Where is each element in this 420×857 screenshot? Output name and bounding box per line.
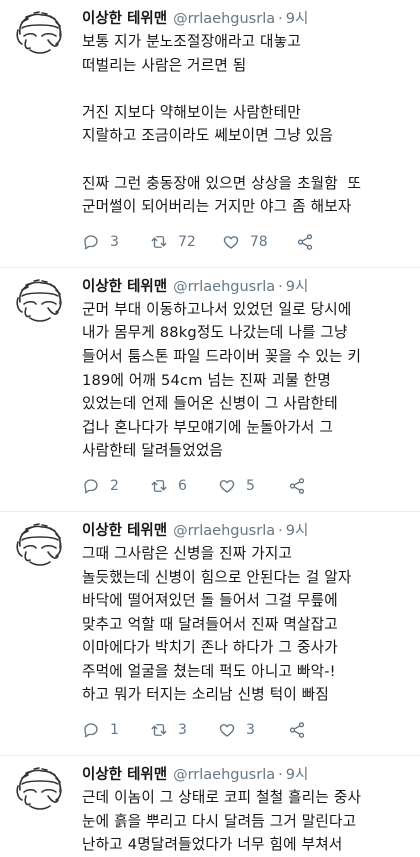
avatar-column bbox=[12, 762, 78, 857]
reply-count: 1 bbox=[110, 722, 119, 739]
timestamp[interactable]: 9시 bbox=[286, 279, 309, 295]
avatar-column bbox=[12, 6, 78, 267]
tweet-header: 이상한 테위맨 @rrlaehgusrla · 9시 bbox=[82, 276, 408, 298]
tweet-body: 이상한 테위맨 @rrlaehgusrla · 9시 그때 그사람은 신병을 진짜 가… bbox=[78, 518, 408, 755]
like-count: 78 bbox=[249, 233, 268, 250]
display-name[interactable]: 이상한 테위맨 bbox=[82, 11, 167, 27]
avatar-doodle-icon bbox=[16, 11, 62, 54]
display-name[interactable]: 이상한 테위맨 bbox=[82, 523, 167, 539]
avatar[interactable] bbox=[12, 274, 66, 328]
avatar[interactable] bbox=[12, 6, 66, 60]
share-icon bbox=[289, 722, 305, 738]
tweet-text: 보통 지가 분노조절장애라고 대놓고 떠벌리는 사람은 거르면 됨 거진 지보다… bbox=[82, 33, 362, 216]
retweet-count: 6 bbox=[178, 477, 187, 494]
display-name[interactable]: 이상한 테위맨 bbox=[82, 279, 167, 295]
retweet-button[interactable]: 3 bbox=[150, 721, 192, 739]
avatar-doodle-icon bbox=[16, 278, 62, 322]
tweet-body: 이상한 테위맨 @rrlaehgusrla · 9시 군머 부대 이동하고나서 있었던… bbox=[78, 274, 408, 511]
like-count: 5 bbox=[246, 477, 255, 494]
retweet-count: 3 bbox=[178, 722, 187, 739]
heart-icon bbox=[223, 235, 239, 249]
share-icon bbox=[289, 478, 305, 494]
display-name[interactable]: 이상한 테위맨 bbox=[82, 767, 167, 783]
reply-count: 3 bbox=[110, 233, 119, 250]
like-button[interactable]: 78 bbox=[222, 233, 268, 251]
like-count: 3 bbox=[246, 722, 255, 739]
timestamp[interactable]: 9시 bbox=[286, 767, 309, 783]
timestamp[interactable]: 9시 bbox=[286, 11, 309, 27]
action-bar: 1 3 3 bbox=[82, 715, 408, 745]
tweet-text: 그때 그사람은 신병을 진짜 가지고 놀듯했는데 신병이 힘으로 안된다는 걸 … bbox=[82, 544, 352, 704]
reply-icon bbox=[84, 723, 98, 738]
avatar-doodle-icon bbox=[16, 767, 62, 810]
tweet-header: 이상한 테위맨 @rrlaehgusrla · 9시 bbox=[82, 520, 408, 542]
tweet-header: 이상한 테위맨 @rrlaehgusrla · 9시 bbox=[82, 8, 408, 30]
retweet-count: 72 bbox=[178, 233, 196, 250]
timestamp[interactable]: 9시 bbox=[286, 523, 309, 539]
reply-button[interactable]: 3 bbox=[82, 233, 124, 251]
tweet-body: 이상한 테위맨 @rrlaehgusrla · 9시 보통 지가 분노조절장애라고 대… bbox=[78, 6, 408, 267]
user-handle[interactable]: @rrlaehgusrla bbox=[173, 279, 275, 295]
heart-icon bbox=[219, 724, 235, 737]
tweet[interactable]: 이상한 테위맨 @rrlaehgusrla · 9시 근데 이놈이 그 상태로 코피 … bbox=[0, 755, 420, 857]
reply-button[interactable]: 1 bbox=[82, 721, 124, 739]
timeline-feed: 이상한 테위맨 @rrlaehgusrla · 9시 보통 지가 분노조절장애라고 대… bbox=[0, 0, 420, 853]
tweet-text: 근데 이놈이 그 상태로 코피 철철 흘리는 중사 눈에 흙을 뿌리고 다시 달… bbox=[82, 789, 362, 854]
reply-icon bbox=[84, 235, 98, 250]
retweet-icon bbox=[151, 479, 167, 492]
share-button[interactable] bbox=[288, 721, 316, 739]
retweet-icon bbox=[151, 235, 167, 248]
tweet-text: 군머 부대 이동하고나서 있었던 일로 당시에 내가 몸무게 88kg정도 나갔… bbox=[82, 300, 362, 460]
separator-dot: · bbox=[278, 522, 283, 539]
like-button[interactable]: 5 bbox=[218, 477, 260, 495]
tweet[interactable]: 이상한 테위맨 @rrlaehgusrla · 9시 보통 지가 분노조절장애라고 대… bbox=[0, 0, 420, 267]
avatar[interactable] bbox=[12, 518, 66, 572]
like-button[interactable]: 3 bbox=[218, 721, 260, 739]
tweet[interactable]: 이상한 테위맨 @rrlaehgusrla · 9시 군머 부대 이동하고나서 있었던… bbox=[0, 266, 420, 511]
retweet-icon bbox=[151, 724, 167, 736]
user-handle[interactable]: @rrlaehgusrla bbox=[173, 11, 275, 27]
separator-dot: · bbox=[278, 11, 283, 27]
share-button[interactable] bbox=[296, 233, 324, 251]
retweet-button[interactable]: 6 bbox=[150, 477, 192, 495]
separator-dot: · bbox=[278, 767, 283, 784]
retweet-button[interactable]: 72 bbox=[150, 233, 196, 251]
share-icon bbox=[297, 233, 312, 250]
action-bar: 2 6 5 bbox=[82, 471, 408, 501]
tweet-header: 이상한 테위맨 @rrlaehgusrla · 9시 bbox=[82, 764, 408, 786]
action-bar: 3 72 78 bbox=[82, 227, 408, 257]
avatar[interactable] bbox=[12, 762, 66, 816]
share-button[interactable] bbox=[288, 477, 316, 495]
tweet[interactable]: 이상한 테위맨 @rrlaehgusrla · 9시 그때 그사람은 신병을 진짜 가… bbox=[0, 510, 420, 755]
avatar-column bbox=[12, 518, 78, 755]
reply-button[interactable]: 2 bbox=[82, 477, 124, 495]
reply-count: 2 bbox=[110, 477, 119, 494]
separator-dot: · bbox=[278, 278, 283, 295]
user-handle[interactable]: @rrlaehgusrla bbox=[173, 523, 275, 539]
heart-icon bbox=[219, 479, 235, 493]
user-handle[interactable]: @rrlaehgusrla bbox=[173, 767, 275, 783]
avatar-column bbox=[12, 274, 78, 511]
reply-icon bbox=[84, 479, 98, 494]
tweet-body: 이상한 테위맨 @rrlaehgusrla · 9시 근데 이놈이 그 상태로 코피 … bbox=[78, 762, 408, 857]
avatar-doodle-icon bbox=[16, 523, 62, 566]
